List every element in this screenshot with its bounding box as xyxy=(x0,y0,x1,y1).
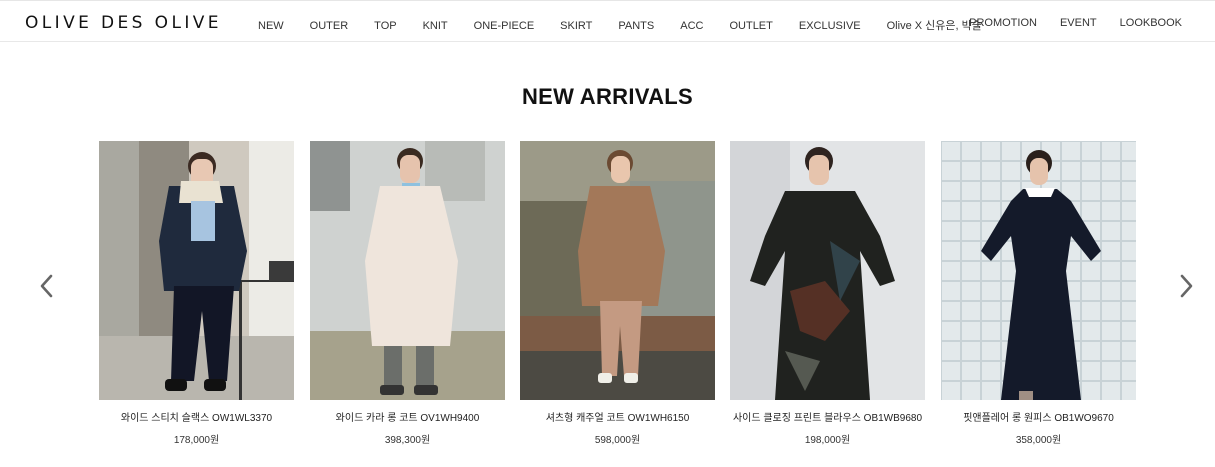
product-card[interactable]: 셔츠형 캐주얼 코트 OW1WH6150 598,000원 xyxy=(520,141,715,446)
product-name[interactable]: 핏앤플레어 롱 원피스 OB1WO9670 xyxy=(941,409,1136,424)
nav-item-new[interactable]: NEW xyxy=(258,20,284,32)
utility-nav: PROMOTION EVENT LOOKBOOK xyxy=(946,17,1182,29)
product-card[interactable]: 사이드 클로징 프린트 블라우스 OB1WB9680 198,000원 xyxy=(730,141,925,446)
nav-item-pants[interactable]: PANTS xyxy=(618,20,654,32)
nav-item-knit[interactable]: KNIT xyxy=(423,20,448,32)
product-name[interactable]: 사이드 클로징 프린트 블라우스 OB1WB9680 xyxy=(730,409,925,424)
chevron-left-icon xyxy=(40,274,53,298)
site-logo[interactable]: OLIVE DES OLIVE xyxy=(25,13,222,33)
product-image[interactable] xyxy=(520,141,715,400)
product-card[interactable]: 와이드 스티치 슬랙스 OW1WL3370 178,000원 xyxy=(99,141,294,446)
nav-item-acc[interactable]: ACC xyxy=(680,20,703,32)
product-image[interactable] xyxy=(730,141,925,400)
product-price: 598,000원 xyxy=(594,435,641,446)
product-name[interactable]: 와이드 스티치 슬랙스 OW1WL3370 xyxy=(99,409,294,424)
product-card[interactable]: 핏앤플레어 롱 원피스 OB1WO9670 358,000원 xyxy=(941,141,1136,446)
nav-item-skirt[interactable]: SKIRT xyxy=(560,20,592,32)
carousel-next-button[interactable] xyxy=(1175,272,1197,300)
site-header: OLIVE DES OLIVE NEW OUTER TOP KNIT ONE-PIECE… xyxy=(0,0,1215,42)
product-name[interactable]: 와이드 카라 롱 코트 OV1WH9400 xyxy=(310,409,505,424)
nav-item-top[interactable]: TOP xyxy=(374,20,396,32)
nav-item-lookbook[interactable]: LOOKBOOK xyxy=(1120,17,1182,29)
nav-item-event[interactable]: EVENT xyxy=(1060,17,1097,29)
product-price: 398,300원 xyxy=(384,435,431,446)
nav-item-exclusive[interactable]: EXCLUSIVE xyxy=(799,20,861,32)
chevron-right-icon xyxy=(1180,274,1193,298)
nav-item-outlet[interactable]: OUTLET xyxy=(729,20,772,32)
product-price: 198,000원 xyxy=(804,435,851,446)
product-name[interactable]: 셔츠형 캐주얼 코트 OW1WH6150 xyxy=(520,409,715,424)
nav-item-outer[interactable]: OUTER xyxy=(310,20,349,32)
main-nav: NEW OUTER TOP KNIT ONE-PIECE SKIRT PANTS ACC OUT… xyxy=(258,17,1008,33)
product-price: 178,000원 xyxy=(173,435,220,446)
nav-item-promotion[interactable]: PROMOTION xyxy=(969,17,1037,29)
product-price: 358,000원 xyxy=(1015,435,1062,446)
product-image[interactable] xyxy=(310,141,505,400)
nav-item-one-piece[interactable]: ONE-PIECE xyxy=(474,20,535,32)
product-card[interactable]: 와이드 카라 롱 코트 OV1WH9400 398,300원 xyxy=(310,141,505,446)
product-image[interactable] xyxy=(99,141,294,400)
product-image[interactable] xyxy=(941,141,1136,400)
section-title: NEW ARRIVALS xyxy=(521,84,694,109)
carousel-prev-button[interactable] xyxy=(36,272,58,300)
